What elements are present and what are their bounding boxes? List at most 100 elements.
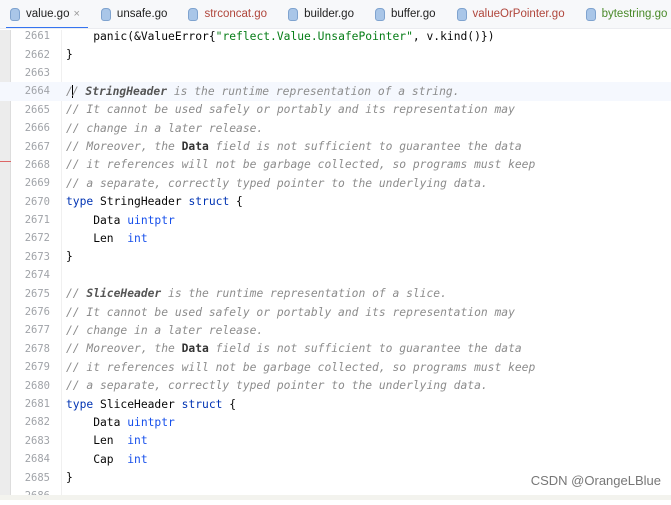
code-token: Len [66, 231, 128, 245]
line-number[interactable]: 2664 [0, 85, 50, 97]
code-text: // StringHeader is the runtime represent… [66, 85, 460, 99]
code-text: // it references will not be garbage col… [66, 361, 535, 374]
code-line: 2661 panic(&ValueError{"reflect.Value.Un… [0, 27, 671, 45]
line-number[interactable]: 2667 [0, 141, 50, 153]
tab-buffer-go[interactable]: buffer.go [374, 0, 436, 28]
code-token: } [66, 48, 73, 62]
tab-strconcat-go[interactable]: strconcat.go [188, 0, 268, 28]
line-number[interactable]: 2684 [0, 453, 50, 465]
go-file-icon [288, 7, 299, 21]
line-number[interactable]: 2683 [0, 435, 50, 447]
code-token: struct [188, 195, 230, 209]
code-editor[interactable]: 2661 panic(&ValueError{"reflect.Value.Un… [0, 27, 671, 505]
line-number[interactable]: 2663 [0, 67, 50, 79]
editor-tab-bar: value.go × unsafe.go strconcat.go builder.go… [0, 0, 671, 29]
code-token: StringHeader [93, 195, 189, 209]
line-number[interactable]: 2680 [0, 380, 50, 392]
code-token: // it references will not be garbage col… [66, 158, 536, 172]
code-text: type StringHeader struct { [66, 195, 243, 208]
line-number[interactable]: 2672 [0, 232, 50, 244]
line-number[interactable]: 2677 [0, 324, 50, 336]
code-token: struct [181, 397, 223, 411]
line-number[interactable]: 2666 [0, 122, 50, 134]
code-text: Len int [66, 434, 148, 448]
line-number[interactable]: 2675 [0, 288, 50, 300]
tab-unsafe-go[interactable]: unsafe.go [100, 0, 167, 28]
code-token: // [66, 287, 87, 301]
line-number[interactable]: 2685 [0, 472, 50, 484]
code-text: // a separate, correctly typed pointer t… [66, 379, 488, 392]
line-number[interactable]: 2682 [0, 416, 50, 428]
line-number[interactable]: 2671 [0, 214, 50, 226]
code-token: / [71, 84, 86, 98]
code-token: field is not sufficient to guarantee the… [208, 342, 522, 356]
code-token: Data [66, 213, 128, 227]
tab-label: valueOrPointer.go [472, 8, 565, 20]
code-line: 2672 Len int [0, 229, 671, 247]
code-line: 2681 type SliceHeader struct { [0, 395, 671, 413]
code-token: // change in a later release. [66, 323, 264, 337]
code-line: 2665 // It cannot be used safely or porta… [0, 101, 671, 119]
code-text: // change in a later release. [66, 324, 263, 337]
code-line: 2664 // StringHeader is the runtime repre… [0, 82, 671, 101]
code-line: 2679 // it references will not be garbage… [0, 358, 671, 376]
code-token: is the runtime representation of a strin… [167, 84, 460, 98]
line-number[interactable]: 2676 [0, 306, 50, 318]
line-number[interactable]: 2668 [0, 159, 50, 171]
code-line: 2676 // It cannot be used safely or porta… [0, 303, 671, 321]
line-number[interactable]: 2665 [0, 104, 50, 116]
code-token: } [66, 250, 73, 264]
tab-label: buffer.go [390, 8, 436, 20]
tab-valueorpointer-go[interactable]: valueOrPointer.go [456, 0, 565, 28]
line-number[interactable]: 2661 [0, 30, 50, 42]
line-number[interactable]: 2681 [0, 398, 50, 410]
code-text: type SliceHeader struct { [66, 398, 236, 411]
code-token: { [222, 397, 237, 411]
code-line: 2683 Len int [0, 432, 671, 450]
code-line: 2668 // it references will not be garbage… [0, 156, 671, 174]
tab-label: builder.go [304, 8, 354, 20]
code-token: Data [181, 140, 209, 154]
code-line: 2675 // SliceHeader is the runtime repres… [0, 284, 671, 302]
line-number[interactable]: 2673 [0, 251, 50, 263]
code-text: // change in a later release. [66, 122, 263, 135]
code-token: int [127, 434, 148, 448]
code-token: // Moreover, the [66, 342, 182, 356]
code-text: } [66, 471, 73, 484]
code-token: is the runtime representation of a slice… [161, 287, 447, 301]
code-text: Len int [66, 231, 147, 245]
code-token: type [66, 195, 94, 209]
code-text: Data uintptr [66, 214, 175, 227]
tab-bytestring-go[interactable]: bytestring.go [585, 0, 667, 28]
code-text: panic(&ValueError{"reflect.Value.UnsafeP… [66, 29, 494, 43]
code-token: // a separate, correctly typed pointer t… [66, 176, 488, 190]
line-number[interactable]: 2669 [0, 177, 50, 189]
code-text: // It cannot be used safely or portably … [66, 103, 515, 116]
close-tab-icon[interactable]: × [73, 8, 79, 20]
code-token: SliceHeader [86, 287, 162, 301]
code-token: field is not sufficient to guarantee the… [208, 140, 522, 154]
line-number[interactable]: 2662 [0, 49, 50, 61]
footer-strip [0, 495, 671, 500]
go-file-icon [100, 7, 111, 21]
line-number[interactable]: 2679 [0, 361, 50, 373]
tab-label: strconcat.go [204, 8, 268, 20]
code-token: "reflect.Value.UnsafePointer" [215, 29, 413, 43]
go-file-icon [585, 7, 596, 21]
code-token: int [127, 452, 148, 466]
line-number[interactable]: 2670 [0, 196, 50, 208]
code-text: Data uintptr [66, 416, 175, 429]
line-number[interactable]: 2678 [0, 343, 50, 355]
code-text: } [66, 48, 73, 61]
code-token: type [66, 397, 94, 411]
code-token: // It cannot be used safely or portably … [66, 305, 515, 319]
code-line: 2669 // a separate, correctly typed point… [0, 174, 671, 192]
code-line: 2673} [0, 248, 671, 266]
line-number[interactable]: 2674 [0, 269, 50, 281]
code-token: Len [66, 434, 128, 448]
tab-builder-go[interactable]: builder.go [288, 0, 354, 28]
tab-value-go[interactable]: value.go × [6, 0, 88, 28]
code-text: // it references will not be garbage col… [66, 158, 535, 171]
code-line: 2680 // a separate, correctly typed point… [0, 376, 671, 394]
code-token: uintptr [127, 213, 175, 227]
